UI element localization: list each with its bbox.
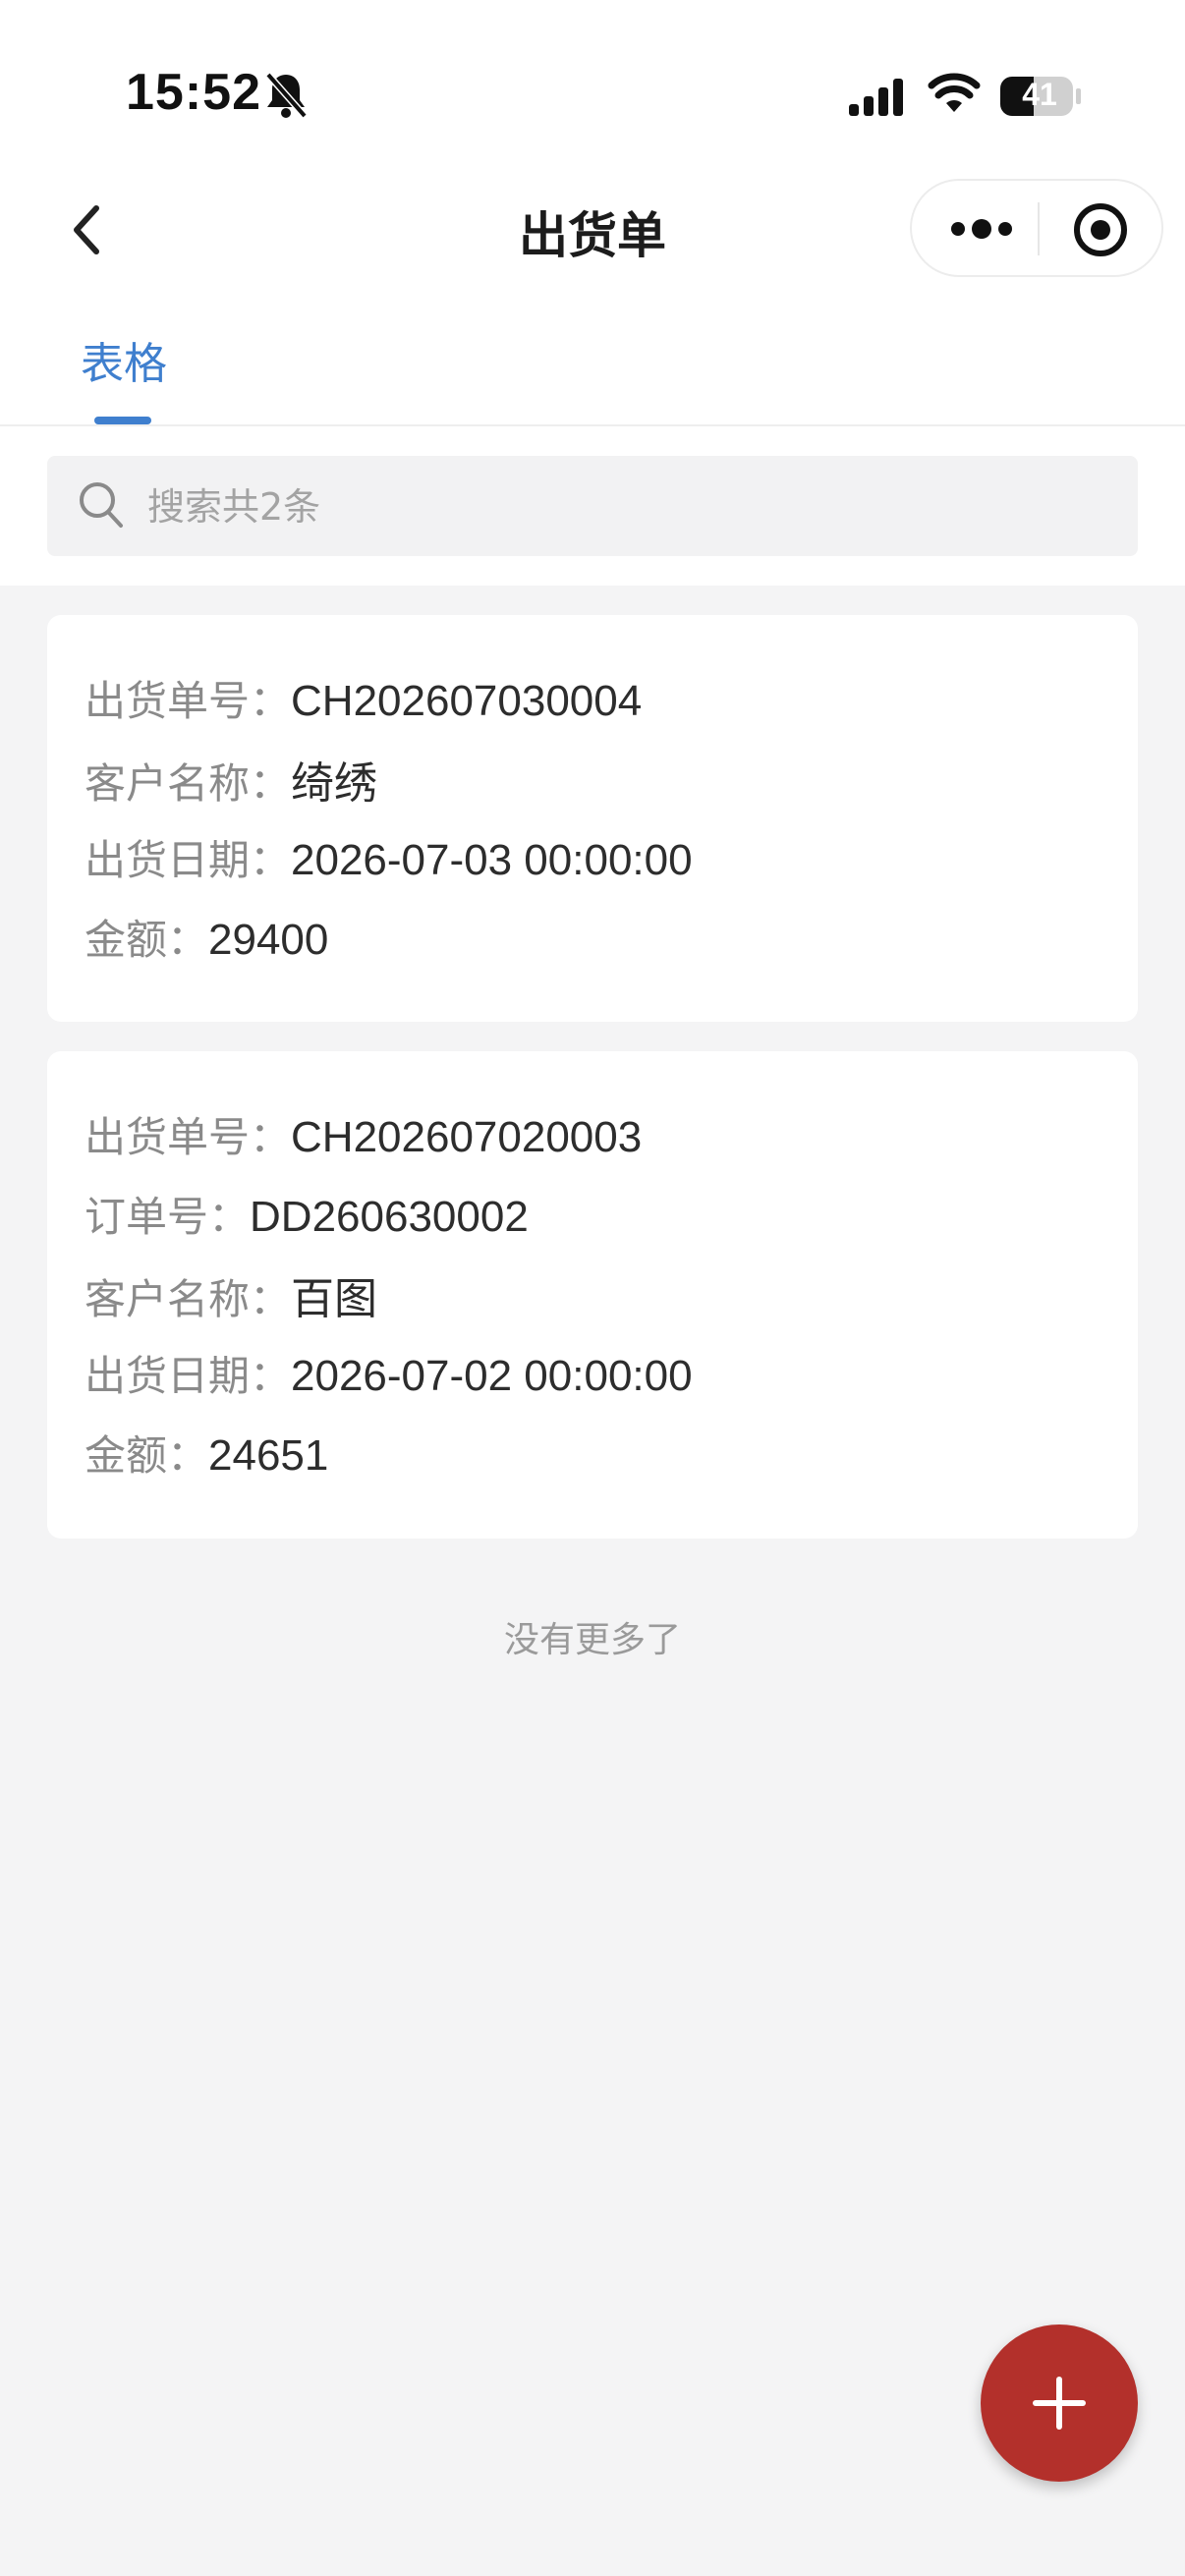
field-value: 29400 [208,916,329,964]
field-label: 客户名称： [85,759,292,808]
wifi-icon [928,73,981,112]
field-value: CH202607030004 [291,677,643,725]
field-amount: 金额：24651 [85,1423,328,1485]
field-label: 出货日期： [85,1352,292,1400]
bell-slash-icon [265,72,308,119]
capsule-divider [1038,202,1040,255]
field-value: DD260630002 [250,1193,529,1241]
tab-table[interactable]: 表格 [81,328,167,391]
add-button[interactable] [981,2324,1138,2482]
list-end-text: 没有更多了 [503,1620,681,1660]
target-icon[interactable] [1071,200,1130,259]
search-icon [80,482,123,528]
search-area [0,426,1185,586]
list-item[interactable]: 出货单号：CH202607030004 客户名称：绮绣 出货日期：2026-07… [47,615,1138,1022]
field-label: 出货单号： [85,677,292,725]
field-label: 客户名称： [85,1275,292,1323]
field-value: 百图 [291,1275,378,1323]
search-input[interactable] [145,456,1112,558]
field-value: 绮绣 [291,759,378,808]
mini-program-capsule [910,179,1163,277]
field-shipment-no: 出货单号：CH202607030004 [85,668,642,731]
status-bar: 15:52 41 [0,0,1185,187]
signal-icon [849,79,903,116]
status-time: 15:52 [126,64,261,121]
battery-level: 41 [1022,77,1057,112]
field-order-no: 订单号：DD260630002 [85,1184,529,1247]
field-ship-date: 出货日期：2026-07-02 00:00:00 [85,1343,693,1406]
tab-active-indicator [94,417,151,424]
field-value: 2026-07-02 00:00:00 [291,1352,693,1400]
field-label: 出货单号： [85,1113,292,1161]
screen: 15:52 41 出货单 表格 搜索共2条 出货单号：CH20260703000… [0,0,1185,2576]
field-value: 24651 [208,1431,329,1480]
field-label: 金额： [85,1431,209,1480]
field-ship-date: 出货日期：2026-07-03 00:00:00 [85,827,693,890]
plus-icon [1033,2377,1086,2430]
field-value: CH202607020003 [291,1113,643,1161]
field-value: 2026-07-03 00:00:00 [291,836,693,884]
field-customer: 客户名称：百图 [85,1263,377,1326]
more-dots-icon[interactable] [947,204,1016,253]
tab-bar: 表格 [0,305,1185,426]
field-label: 金额： [85,916,209,964]
field-label: 订单号： [85,1193,251,1241]
field-customer: 客户名称：绮绣 [85,748,377,811]
field-shipment-no: 出货单号：CH202607020003 [85,1104,642,1167]
field-label: 出货日期： [85,836,292,884]
list-item[interactable]: 出货单号：CH202607020003 订单号：DD260630002 客户名称… [47,1051,1138,1539]
field-amount: 金额：29400 [85,907,328,970]
search-box[interactable] [47,456,1138,558]
